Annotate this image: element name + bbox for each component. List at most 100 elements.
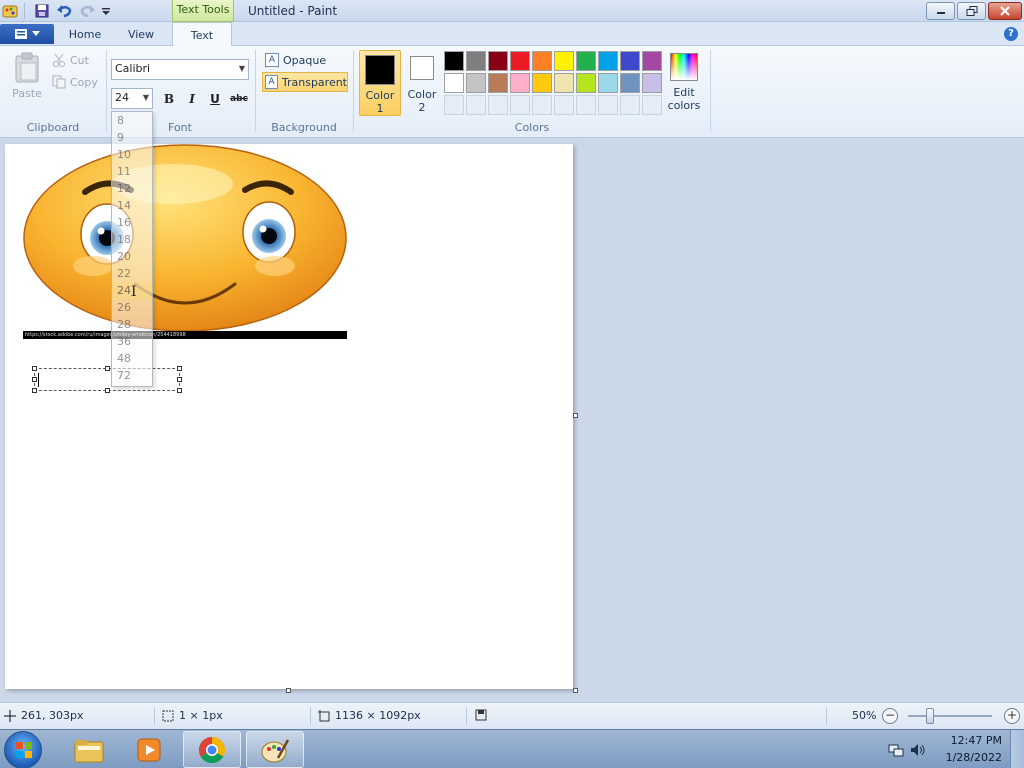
- bold-button[interactable]: B: [158, 89, 180, 109]
- font-size-option[interactable]: 22: [112, 265, 152, 282]
- volume-icon[interactable]: [910, 742, 926, 758]
- edit-colors-button[interactable]: Edit colors: [666, 50, 702, 116]
- font-size-option[interactable]: 8: [112, 112, 152, 129]
- save-icon[interactable]: [34, 3, 50, 19]
- copy-button[interactable]: Copy: [52, 75, 98, 89]
- palette-custom-slot[interactable]: [510, 95, 530, 115]
- palette-color-swatch[interactable]: [488, 51, 508, 71]
- palette-color-swatch[interactable]: [532, 73, 552, 93]
- canvas-workspace[interactable]: https://stock.adobe.com/ru/images/smiley…: [0, 138, 1024, 702]
- tab-text[interactable]: Text: [172, 22, 232, 47]
- palette-color-swatch[interactable]: [620, 73, 640, 93]
- paint-menu-button[interactable]: [0, 24, 54, 44]
- opaque-button[interactable]: A Opaque: [262, 50, 348, 70]
- zoom-out-button[interactable]: −: [882, 708, 898, 724]
- palette-custom-slot[interactable]: [444, 95, 464, 115]
- font-size-option[interactable]: 18: [112, 231, 152, 248]
- palette-custom-slot[interactable]: [488, 95, 508, 115]
- palette-color-swatch[interactable]: [444, 73, 464, 93]
- palette-color-swatch[interactable]: [576, 51, 596, 71]
- zoom-in-button[interactable]: +: [1004, 708, 1020, 724]
- palette-custom-slot[interactable]: [532, 95, 552, 115]
- palette-custom-slot[interactable]: [554, 95, 574, 115]
- font-size-option[interactable]: 72: [112, 367, 152, 384]
- zoom-slider-track[interactable]: [908, 715, 992, 717]
- palette-custom-slot[interactable]: [642, 95, 662, 115]
- color2-button[interactable]: Color 2: [404, 50, 440, 116]
- palette-color-swatch[interactable]: [642, 73, 662, 93]
- palette-color-swatch[interactable]: [466, 51, 486, 71]
- close-button[interactable]: [988, 2, 1022, 20]
- font-size-select[interactable]: 24 ▼: [111, 88, 153, 109]
- palette-custom-slot[interactable]: [598, 95, 618, 115]
- resize-handle[interactable]: [105, 388, 110, 393]
- font-size-option[interactable]: 10: [112, 146, 152, 163]
- tab-home[interactable]: Home: [60, 26, 110, 46]
- paint-app-icon[interactable]: [2, 3, 18, 19]
- palette-custom-slot[interactable]: [466, 95, 486, 115]
- strikethrough-button[interactable]: abc: [227, 89, 251, 109]
- palette-color-swatch[interactable]: [642, 51, 662, 71]
- palette-color-swatch[interactable]: [598, 73, 618, 93]
- drawing-canvas[interactable]: https://stock.adobe.com/ru/images/smiley…: [5, 144, 573, 689]
- font-size-option[interactable]: 28: [112, 316, 152, 333]
- undo-icon[interactable]: [56, 3, 72, 19]
- canvas-resize-handle-right[interactable]: [573, 413, 578, 418]
- restore-button[interactable]: [957, 2, 986, 20]
- redo-icon[interactable]: [80, 3, 96, 19]
- font-size-option[interactable]: 14: [112, 197, 152, 214]
- taskbar-media-player[interactable]: [120, 731, 178, 768]
- zoom-slider-thumb[interactable]: [925, 708, 934, 724]
- resize-handle[interactable]: [177, 366, 182, 371]
- taskbar-paint[interactable]: [246, 731, 304, 768]
- cut-button[interactable]: Cut: [52, 53, 89, 67]
- resize-handle[interactable]: [177, 388, 182, 393]
- font-size-option[interactable]: 36: [112, 333, 152, 350]
- customize-toolbar-icon[interactable]: [98, 3, 114, 19]
- palette-color-swatch[interactable]: [620, 51, 640, 71]
- font-family-select[interactable]: Calibri ▼: [111, 59, 249, 80]
- palette-color-swatch[interactable]: [466, 73, 486, 93]
- palette-color-swatch[interactable]: [444, 51, 464, 71]
- clock-date[interactable]: 1/28/2022: [946, 751, 1002, 764]
- palette-color-swatch[interactable]: [576, 73, 596, 93]
- palette-color-swatch[interactable]: [598, 51, 618, 71]
- underline-button[interactable]: U: [204, 89, 226, 109]
- palette-color-swatch[interactable]: [510, 73, 530, 93]
- palette-custom-slot[interactable]: [620, 95, 640, 115]
- text-input-box[interactable]: [32, 366, 182, 393]
- font-size-option[interactable]: 16: [112, 214, 152, 231]
- palette-color-swatch[interactable]: [554, 73, 574, 93]
- palette-custom-slot[interactable]: [576, 95, 596, 115]
- canvas-resize-handle-corner[interactable]: [573, 688, 578, 693]
- font-size-option[interactable]: 26: [112, 299, 152, 316]
- tab-view[interactable]: View: [116, 26, 166, 46]
- font-size-option[interactable]: 20: [112, 248, 152, 265]
- network-icon[interactable]: [888, 742, 904, 758]
- color1-button[interactable]: Color 1: [359, 50, 401, 116]
- palette-color-swatch[interactable]: [488, 73, 508, 93]
- palette-color-swatch[interactable]: [554, 51, 574, 71]
- resize-handle[interactable]: [105, 366, 110, 371]
- palette-color-swatch[interactable]: [532, 51, 552, 71]
- show-desktop-button[interactable]: [1010, 730, 1024, 768]
- font-size-option[interactable]: 9: [112, 129, 152, 146]
- italic-button[interactable]: I: [181, 89, 203, 109]
- resize-handle[interactable]: [32, 388, 37, 393]
- taskbar-explorer[interactable]: [60, 731, 118, 768]
- font-size-option[interactable]: 48: [112, 350, 152, 367]
- minimize-button[interactable]: [926, 2, 955, 20]
- resize-handle[interactable]: [177, 377, 182, 382]
- help-icon[interactable]: ?: [1004, 27, 1018, 41]
- resize-handle[interactable]: [32, 377, 37, 382]
- taskbar-chrome[interactable]: [183, 731, 241, 768]
- start-button[interactable]: [4, 731, 42, 768]
- clock-time[interactable]: 12:47 PM: [951, 734, 1002, 747]
- font-size-option[interactable]: 12: [112, 180, 152, 197]
- palette-color-swatch[interactable]: [510, 51, 530, 71]
- paste-button[interactable]: Paste: [8, 52, 46, 112]
- resize-handle[interactable]: [32, 366, 37, 371]
- canvas-resize-handle-bottom[interactable]: [286, 688, 291, 693]
- transparent-button[interactable]: A Transparent: [262, 72, 348, 92]
- font-size-option[interactable]: 11: [112, 163, 152, 180]
